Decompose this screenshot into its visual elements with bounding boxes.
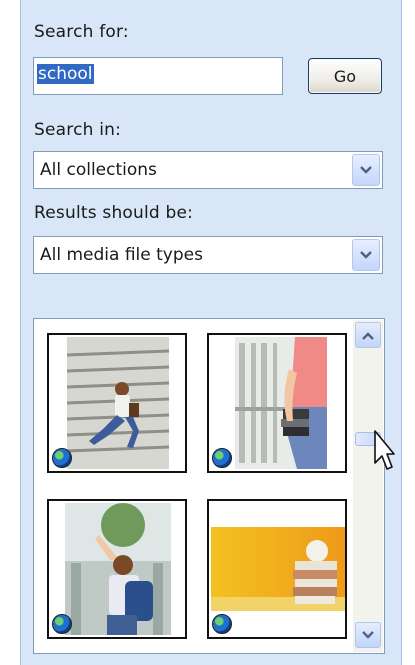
- chevron-down-icon: [362, 630, 374, 639]
- scroll-up-button[interactable]: [355, 322, 381, 348]
- results-list: [33, 318, 385, 654]
- result-thumbnail[interactable]: [207, 333, 347, 473]
- globe-icon: [52, 448, 72, 468]
- search-for-label: Search for:: [34, 22, 129, 42]
- student-holding-books-photo: [235, 337, 327, 469]
- chevron-up-icon: [362, 331, 374, 340]
- student-on-stairs-photo: [67, 337, 169, 469]
- globe-icon: [52, 614, 72, 634]
- stacked-books-with-apple-photo: [211, 527, 345, 611]
- results-should-be-label: Results should be:: [34, 203, 194, 223]
- mouse-pointer-icon: [374, 430, 395, 470]
- search-in-value: All collections: [40, 160, 157, 180]
- chevron-down-icon[interactable]: [352, 154, 380, 186]
- search-in-label: Search in:: [34, 120, 122, 140]
- globe-icon: [212, 448, 232, 468]
- result-thumbnail[interactable]: [47, 499, 187, 639]
- scroll-down-button[interactable]: [355, 622, 381, 648]
- media-type-dropdown[interactable]: All media file types: [33, 236, 383, 274]
- chevron-down-icon[interactable]: [352, 239, 380, 271]
- search-input[interactable]: school: [33, 57, 283, 95]
- search-query-text: school: [37, 64, 94, 84]
- go-button[interactable]: Go: [308, 58, 382, 94]
- result-thumbnail[interactable]: [47, 333, 187, 473]
- result-thumbnail[interactable]: [207, 499, 347, 639]
- results-scrollbar[interactable]: [353, 320, 383, 652]
- media-type-value: All media file types: [40, 245, 203, 265]
- search-in-dropdown[interactable]: All collections: [33, 151, 383, 189]
- clip-art-task-pane: Search for: school Go Search in: All col…: [20, 0, 402, 665]
- globe-icon: [212, 614, 232, 634]
- student-with-backpack-photo: [65, 503, 171, 635]
